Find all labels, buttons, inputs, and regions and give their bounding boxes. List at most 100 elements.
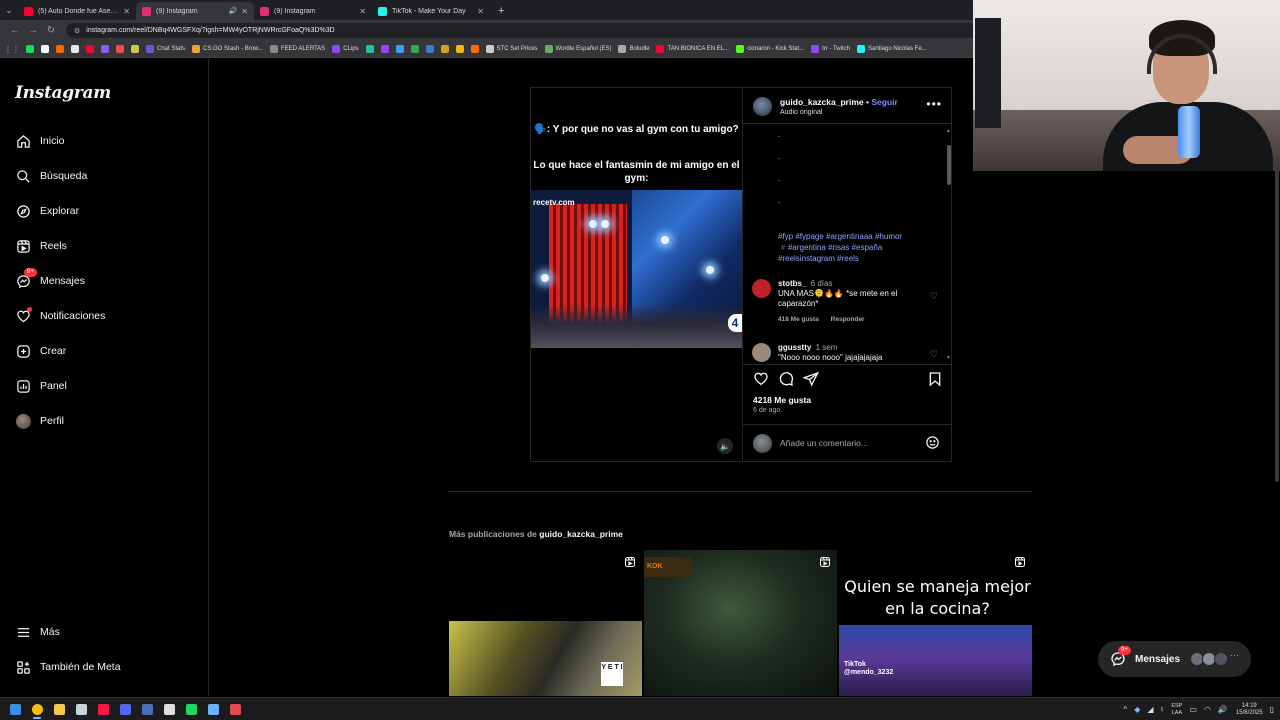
bookmark-item[interactable]: Wordle Español (ES): [544, 45, 611, 53]
steam-tray-icon[interactable]: ◆: [1134, 705, 1140, 714]
more-post-thumbnail[interactable]: Quien se maneja mejor en la cocina? TikT…: [839, 550, 1032, 696]
bookmark-item[interactable]: STC Set Prices: [485, 45, 538, 53]
like-heart-icon[interactable]: [753, 371, 769, 387]
sidebar-item-reels[interactable]: Reels: [15, 238, 67, 254]
comment-avatar[interactable]: [752, 279, 771, 298]
bookmark-item[interactable]: [131, 45, 139, 53]
bookmark-item[interactable]: [26, 45, 34, 53]
back-icon[interactable]: ←: [6, 25, 24, 36]
bookmark-item[interactable]: [455, 45, 464, 53]
spotify-icon[interactable]: [180, 698, 202, 720]
sidebar-item-tambien-de-meta[interactable]: También de Meta: [15, 659, 121, 675]
bookmark-item[interactable]: CLips: [332, 45, 359, 53]
sidebar-item-busqueda[interactable]: Búsqueda: [15, 168, 87, 184]
tab-audio-icon[interactable]: 🔊: [229, 7, 238, 15]
bookmark-item[interactable]: [395, 45, 404, 53]
instagram-logo[interactable]: Instagram: [15, 83, 111, 103]
bookmark-item[interactable]: [425, 45, 434, 53]
author-avatar[interactable]: [753, 97, 772, 116]
sidebar-item-notificaciones[interactable]: Notificaciones: [15, 307, 105, 324]
bookmark-item[interactable]: trr - Twitch: [811, 45, 850, 53]
browser-tab[interactable]: (5) Auto Donde fue Asesinado✕: [18, 2, 136, 20]
author-username[interactable]: guido_kazcka_prime: [780, 97, 864, 107]
share-icon[interactable]: [802, 371, 819, 387]
bookmark-item[interactable]: [71, 45, 79, 53]
sidebar-item-panel[interactable]: Panel: [15, 378, 67, 394]
bookmark-item[interactable]: [440, 45, 449, 53]
sidebar-item-mas[interactable]: Más: [15, 624, 60, 640]
language-indicator[interactable]: ESP LAA: [1171, 703, 1182, 717]
clock[interactable]: 14:19 15/8/2025: [1236, 703, 1263, 717]
mute-button[interactable]: 🔈: [717, 438, 733, 454]
apps-grid-icon[interactable]: ⋮⋮: [4, 45, 20, 54]
capcut-icon[interactable]: [158, 698, 180, 720]
bookmark-item[interactable]: cionaron - Kick Stat...: [736, 45, 804, 53]
dropbox-tray-icon[interactable]: ◢: [1147, 705, 1153, 714]
messages-pill[interactable]: 9+ Mensajes ···: [1098, 641, 1251, 677]
comment-bubble-icon[interactable]: [778, 371, 794, 387]
comment-username[interactable]: stotbs_: [778, 279, 806, 288]
comments-scrollbar[interactable]: [947, 145, 951, 185]
comment-username[interactable]: ggusstty: [778, 343, 811, 352]
windows-start-icon[interactable]: [4, 698, 26, 720]
bookmark-item[interactable]: [365, 45, 374, 53]
close-tab-icon[interactable]: ✕: [123, 7, 130, 16]
network-icon[interactable]: ▭: [1189, 705, 1197, 714]
bookmark-item[interactable]: Chat Stats: [146, 45, 185, 53]
app-window-icon[interactable]: [136, 698, 158, 720]
comment-like-icon[interactable]: ♡: [930, 291, 938, 302]
more-post-thumbnail[interactable]: Y E T I: [449, 550, 642, 696]
streamlabs-icon[interactable]: [224, 698, 246, 720]
browser-tab[interactable]: (9) Instagram ✕: [254, 2, 372, 20]
likes-count[interactable]: 4218 Me gusta: [753, 395, 811, 405]
discord-icon[interactable]: [114, 698, 136, 720]
bookmark-item[interactable]: [380, 45, 389, 53]
mic-icon[interactable]: ♮: [1161, 705, 1164, 714]
bookmark-item[interactable]: Santiago Nicolas Fe...: [856, 45, 927, 53]
notifications-icon[interactable]: ▯: [1270, 705, 1274, 714]
volume-icon[interactable]: 🔊: [1218, 705, 1228, 714]
bookmark-item[interactable]: [41, 45, 49, 53]
browser-tab[interactable]: TikTok - Make Your Day ✕: [372, 2, 490, 20]
bookmark-item[interactable]: [470, 45, 479, 53]
close-tab-icon[interactable]: ✕: [477, 7, 484, 16]
more-post-thumbnail[interactable]: KOK: [644, 550, 837, 696]
chevron-up-icon[interactable]: ^: [1123, 705, 1127, 714]
sidebar-item-crear[interactable]: Crear: [15, 343, 66, 359]
opera-gx-icon[interactable]: [92, 698, 114, 720]
follow-button[interactable]: Seguir: [871, 97, 897, 107]
comment-input[interactable]: [780, 436, 920, 450]
wifi-icon[interactable]: ◠: [1204, 705, 1211, 714]
sidebar-item-perfil[interactable]: Perfil: [15, 413, 64, 429]
bookmark-item[interactable]: FEED ALERTAS: [270, 45, 325, 53]
app-tool-icon[interactable]: [202, 698, 224, 720]
bookmark-item[interactable]: [410, 45, 419, 53]
bookmark-item[interactable]: CS:GO Stash - Brow...: [192, 45, 263, 53]
comment-avatar[interactable]: [752, 343, 771, 362]
sidebar-item-mensajes[interactable]: 9+ Mensajes: [15, 268, 85, 289]
close-tab-icon[interactable]: ✕: [241, 7, 248, 16]
forward-icon[interactable]: →: [24, 25, 42, 36]
comment-like-icon[interactable]: ♡: [930, 349, 938, 360]
bookmark-item[interactable]: TAN BIONICA EN EL...: [656, 45, 729, 53]
more-posts-author[interactable]: guido_kazcka_prime: [539, 529, 623, 539]
browser-tab[interactable]: (9) Instagram 🔊 ✕: [136, 2, 254, 20]
file-explorer-icon[interactable]: [48, 698, 70, 720]
comment-likes[interactable]: 418 Me gusta: [778, 316, 819, 323]
reel-video[interactable]: 🗣️: Y por que no vas al gym con tu amigo…: [531, 88, 742, 461]
emoji-icon[interactable]: [925, 435, 940, 450]
bookmark-item[interactable]: [56, 45, 64, 53]
reply-button[interactable]: Responder: [831, 316, 865, 323]
chrome-icon[interactable]: [26, 698, 48, 720]
audio-label[interactable]: Audio original: [780, 109, 822, 116]
scroll-down-icon[interactable]: ▼: [946, 355, 951, 361]
scroll-up-icon[interactable]: ▲: [946, 128, 951, 134]
bookmark-item[interactable]: [116, 45, 124, 53]
reload-icon[interactable]: ↻: [42, 25, 60, 36]
bookmark-item[interactable]: Boludle: [618, 45, 649, 53]
tab-search-icon[interactable]: ⌄: [0, 0, 18, 20]
address-bar[interactable]: ⚙ instagram.com/reel/DNBq4WGSFXq/?igsh=M…: [66, 23, 1026, 38]
close-tab-icon[interactable]: ✕: [359, 7, 366, 16]
bookmark-item[interactable]: [86, 45, 94, 53]
sidebar-item-explorar[interactable]: Explorar: [15, 203, 79, 219]
